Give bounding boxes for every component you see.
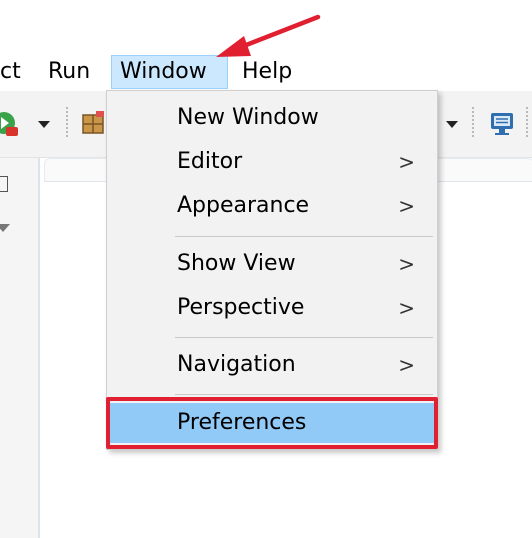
annotation-arrow-icon (216, 14, 321, 57)
